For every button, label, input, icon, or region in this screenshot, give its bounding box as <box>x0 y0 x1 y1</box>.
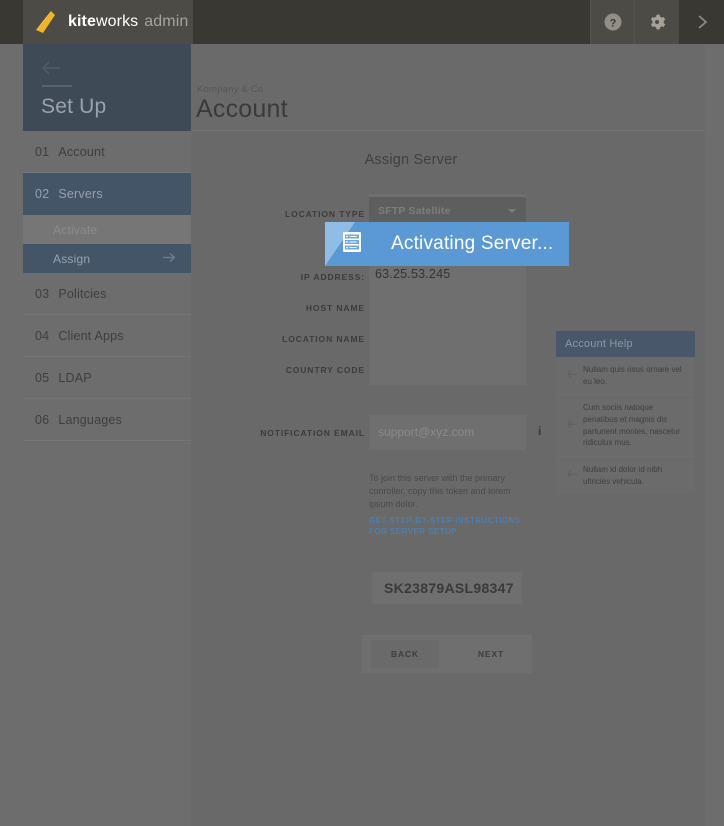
info-icon[interactable]: i <box>538 424 541 438</box>
sidebar-item-account[interactable]: 01 Account <box>23 131 191 173</box>
brand-bold: kite <box>68 13 96 30</box>
host-name-input[interactable] <box>369 296 526 326</box>
sidebar-item-ldap[interactable]: 05 LDAP <box>23 357 191 399</box>
next-button[interactable]: NEXT <box>457 640 525 668</box>
sidebar-item-number: 06 <box>35 412 50 427</box>
help-item-text: Cum sociis natoque penatibus et magnis d… <box>583 403 681 448</box>
help-item-text: Nullam quis risus ornare vel eu leo. <box>583 365 682 386</box>
help-list-item[interactable]: Nullam quis risus ornare vel eu leo. <box>556 357 695 396</box>
server-token-box[interactable]: SK23879ASL98347 <box>372 572 522 604</box>
sidebar-item-number: 01 <box>35 144 50 159</box>
breadcrumb-company: Kompany & Co <box>197 84 264 95</box>
sidebar-subitem-label: Assign <box>53 251 91 266</box>
svg-text:?: ? <box>609 18 616 30</box>
location-type-label: LOCATION TYPE <box>284 209 365 219</box>
sidebar-title: Set Up <box>41 95 107 118</box>
brand-regular: works <box>95 13 139 30</box>
sidebar-item-number: 02 <box>35 186 50 201</box>
sidebar-item-servers[interactable]: 02 Servers <box>23 173 191 215</box>
arrow-left-icon <box>567 369 577 382</box>
arrow-left-icon <box>567 419 577 432</box>
help-circle-icon[interactable]: ? <box>590 0 634 44</box>
sidebar-item-label: Client Apps <box>58 328 124 343</box>
admin-setup-page: kiteworks admin ? Set Up 01 Account 02 S… <box>0 0 724 826</box>
help-list-item[interactable]: Nullam id dolor id nibh ultricies vehicu… <box>556 457 695 494</box>
sidebar-item-client-apps[interactable]: 04 Client Apps <box>23 315 191 357</box>
arrow-left-icon <box>567 469 577 482</box>
banner-message-area: Activating Server... <box>379 222 569 266</box>
sidebar-item-label: LDAP <box>58 370 92 385</box>
help-item-text: Nullam id dolor id nibh ultricies vehicu… <box>583 465 663 486</box>
activating-server-banner: Activating Server... <box>325 222 569 266</box>
help-list-item[interactable]: Cum sociis natoque penatibus et magnis d… <box>556 395 695 458</box>
chevron-down-icon <box>508 209 516 213</box>
arrow-right-icon <box>163 252 177 266</box>
sidebar-divider <box>42 85 72 87</box>
sidebar-subitem-label: Activate <box>53 222 98 237</box>
kite-logo-icon <box>33 9 59 35</box>
back-button[interactable]: BACK <box>371 640 439 668</box>
sidebar-item-label: Politcies <box>58 286 107 301</box>
country-code-label: COUNTRY CODE <box>285 365 365 375</box>
account-help-panel: Account Help Nullam quis risus ornare ve… <box>556 331 695 495</box>
sidebar: Set Up 01 Account 02 Servers Activate As… <box>23 44 191 826</box>
sidebar-item-label: Account <box>58 144 105 159</box>
banner-icon-panel <box>325 222 379 266</box>
sidebar-item-label: Servers <box>58 186 103 201</box>
notification-email-label: NOTIFICATION EMAIL <box>260 428 365 438</box>
sidebar-item-number: 04 <box>35 328 50 343</box>
step-by-step-instructions-link[interactable]: GET STEP-BY-STEP INSTRUCTIONS FOR SERVER… <box>369 515 529 537</box>
brand-block[interactable]: kiteworks admin <box>23 0 193 44</box>
host-name-label: HOST NAME <box>305 303 365 313</box>
back-arrow-icon[interactable] <box>41 60 63 76</box>
location-name-label: LOCATION NAME <box>282 334 365 344</box>
brand-suffix: admin <box>144 13 189 30</box>
account-help-title: Account Help <box>556 331 695 357</box>
ip-address-label: IP ADDRESS: <box>300 272 365 282</box>
header-divider <box>191 130 705 131</box>
ip-address-value: 63.25.53.245 <box>375 267 451 281</box>
sidebar-item-number: 03 <box>35 286 50 301</box>
location-type-value: SFTP Satellite <box>378 205 451 217</box>
sidebar-item-label: Languages <box>58 412 122 427</box>
server-token-value: SK23879ASL98347 <box>384 580 514 596</box>
breadcrumb: Kompany & Co <box>197 84 263 95</box>
sidebar-item-languages[interactable]: 06 Languages <box>23 399 191 441</box>
top-bar: kiteworks admin ? <box>0 0 724 44</box>
page-title: Account <box>196 95 288 123</box>
sidebar-item-politcies[interactable]: 03 Politcies <box>23 273 191 315</box>
location-name-input[interactable] <box>369 327 526 357</box>
brand-text: kiteworks admin <box>68 13 188 31</box>
sidebar-subitem-activate[interactable]: Activate <box>23 215 191 244</box>
sidebar-subitem-assign[interactable]: Assign <box>23 244 191 273</box>
topbar-actions: ? <box>590 0 724 44</box>
chevron-right-icon[interactable] <box>678 0 724 44</box>
country-code-input[interactable] <box>369 358 526 388</box>
join-instructions-text: To join this server with the primary con… <box>369 473 511 509</box>
form-title: Assign Server <box>364 152 458 168</box>
sidebar-header: Set Up <box>23 44 191 131</box>
gear-icon[interactable] <box>634 0 678 44</box>
banner-message: Activating Server... <box>391 233 554 254</box>
sidebar-item-number: 05 <box>35 370 50 385</box>
notification-email-placeholder: support@xyz.com <box>378 425 475 439</box>
